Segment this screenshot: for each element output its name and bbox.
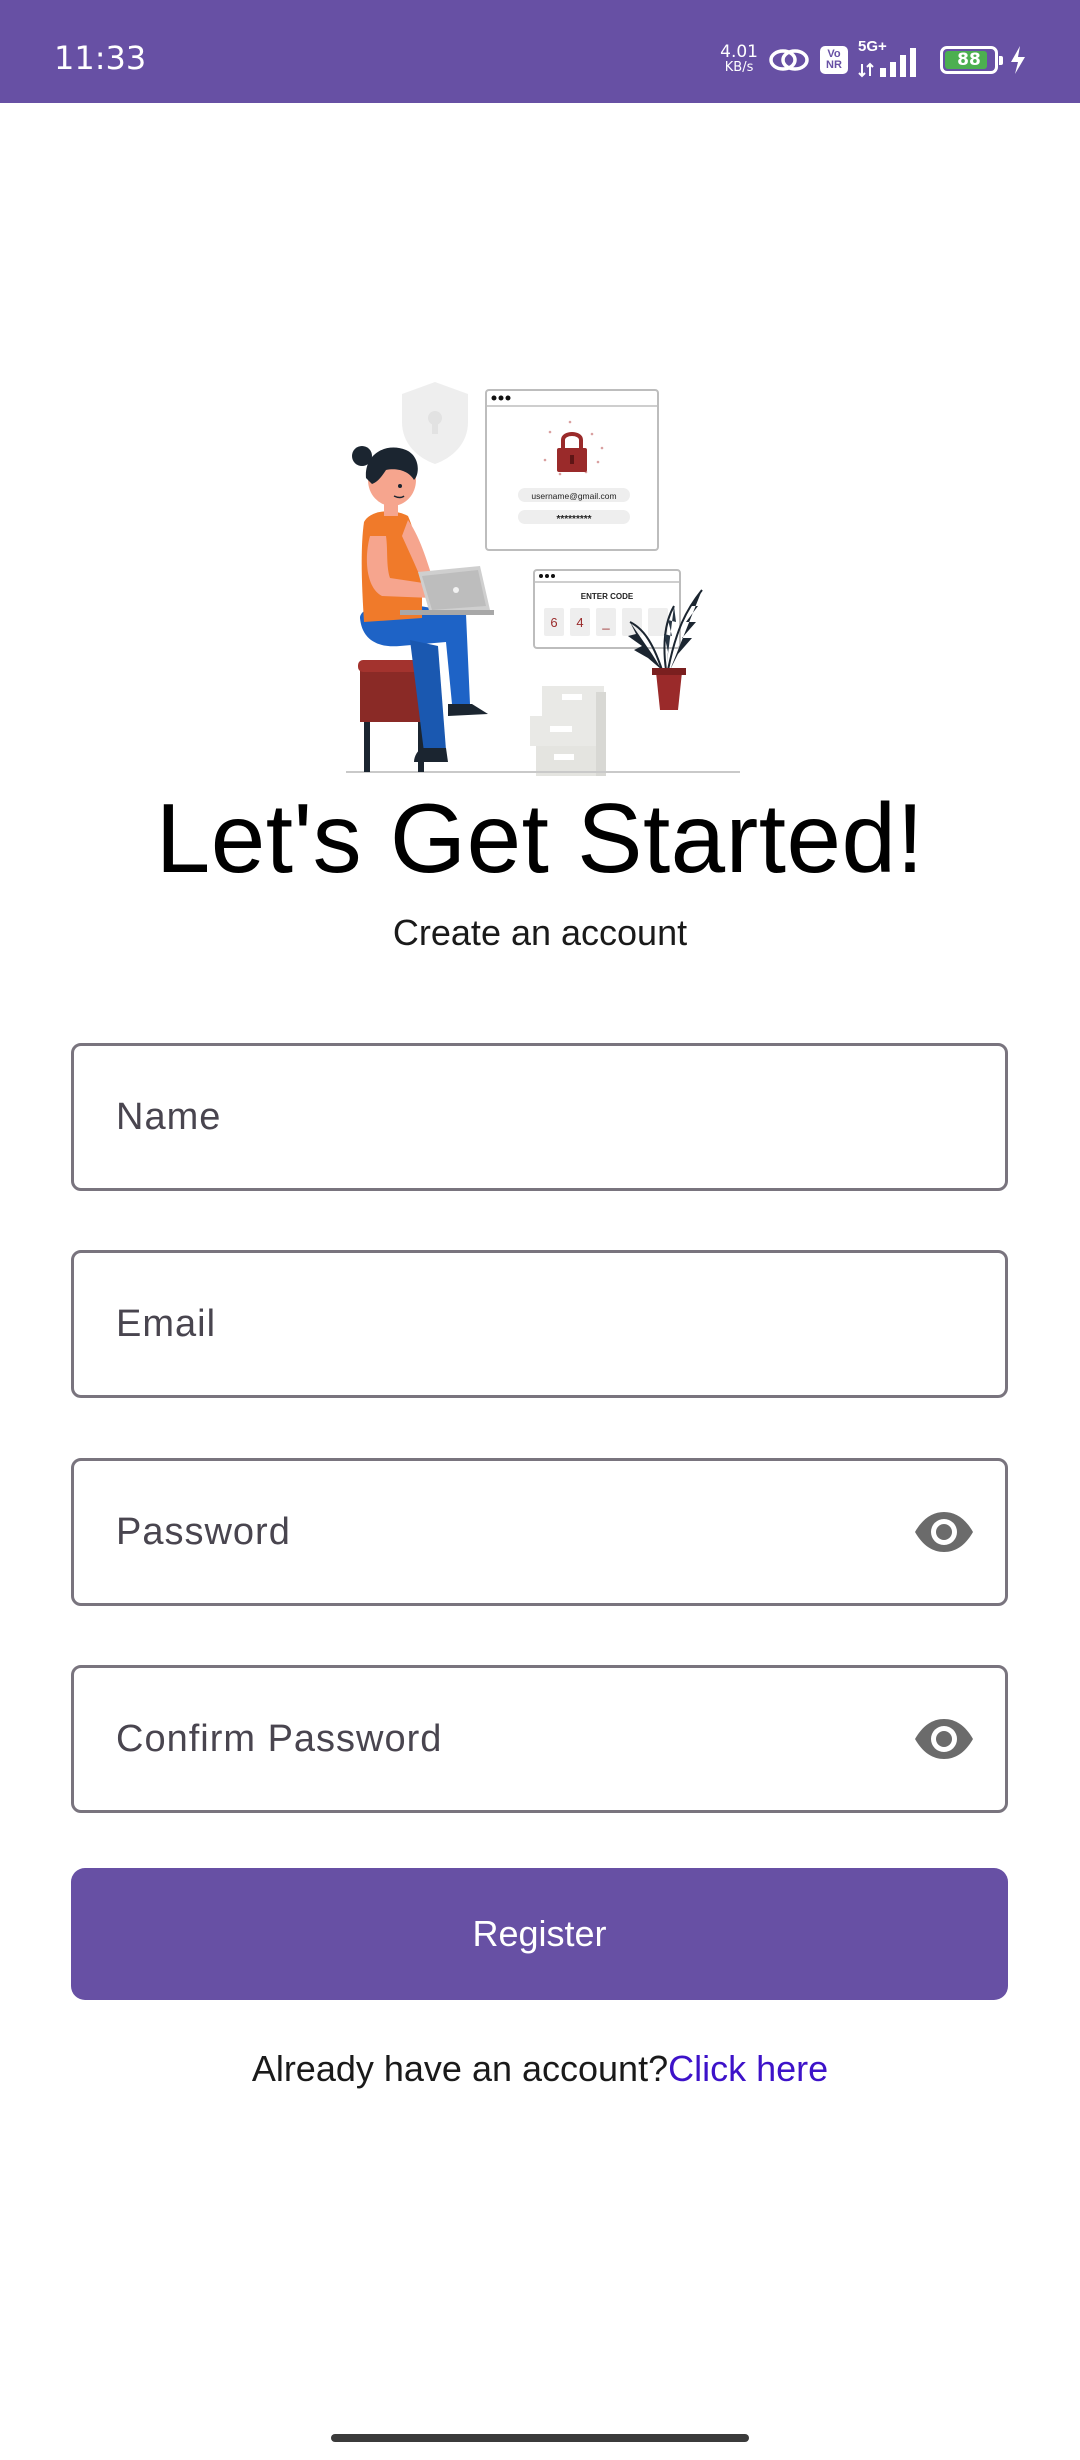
register-button[interactable]: Register [71, 1868, 1008, 2000]
home-indicator[interactable] [331, 2434, 749, 2442]
register-screen: 11:33 4.01 KB/s Vo NR 5G+ 88 username@gm… [0, 0, 1080, 2460]
eye-icon [915, 1512, 973, 1552]
security-illustration: username@gmail.com ********* ENTER CODE … [330, 370, 750, 780]
network-speed: 4.01 KB/s [720, 44, 758, 76]
network-speed-value: 4.01 [720, 42, 758, 62]
confirm-password-input[interactable] [74, 1668, 1005, 1810]
confirm-password-field [71, 1665, 1008, 1813]
code-digit: 6 [550, 615, 557, 630]
signal-strength-icon: 5G+ [858, 38, 930, 78]
page-title: Let's Get Started! [155, 783, 925, 893]
email-input[interactable] [74, 1253, 1005, 1395]
confirm-password-visibility-toggle[interactable] [913, 1716, 975, 1762]
volte-bottom-text: NR [826, 59, 842, 71]
password-field [71, 1458, 1008, 1606]
battery-level: 88 [957, 50, 981, 70]
login-prompt-row: Already have an account?Click here [0, 2048, 1080, 2090]
storage-boxes [530, 686, 606, 776]
code-digit: 4 [576, 615, 583, 630]
login-card-email: username@gmail.com [531, 491, 616, 501]
battery-tip [999, 56, 1003, 65]
name-input[interactable] [74, 1046, 1005, 1188]
code-boxes: 6 4 _ [544, 608, 668, 636]
code-digit: _ [601, 615, 610, 630]
email-field [71, 1250, 1008, 1398]
login-link[interactable]: Click here [668, 2048, 828, 2089]
password-visibility-toggle[interactable] [913, 1509, 975, 1555]
charging-bolt-icon [1008, 45, 1028, 75]
status-time: 11:33 [54, 39, 147, 77]
login-prompt-text: Already have an account? [251, 2048, 669, 2089]
hotspot-link-icon [768, 45, 810, 75]
code-card-title: ENTER CODE [581, 592, 634, 601]
status-bar: 11:33 4.01 KB/s Vo NR 5G+ 88 [0, 0, 1080, 103]
network-speed-unit: KB/s [724, 60, 754, 75]
battery-icon: 88 [940, 46, 1003, 74]
name-field [71, 1043, 1008, 1191]
login-card-password: ********* [556, 514, 591, 525]
eye-icon [915, 1719, 973, 1759]
page-subtitle: Create an account [392, 912, 688, 953]
status-icons: 4.01 KB/s Vo NR 5G+ 88 [720, 38, 1028, 80]
password-input[interactable] [74, 1461, 1005, 1603]
volte-icon: Vo NR [820, 46, 848, 74]
